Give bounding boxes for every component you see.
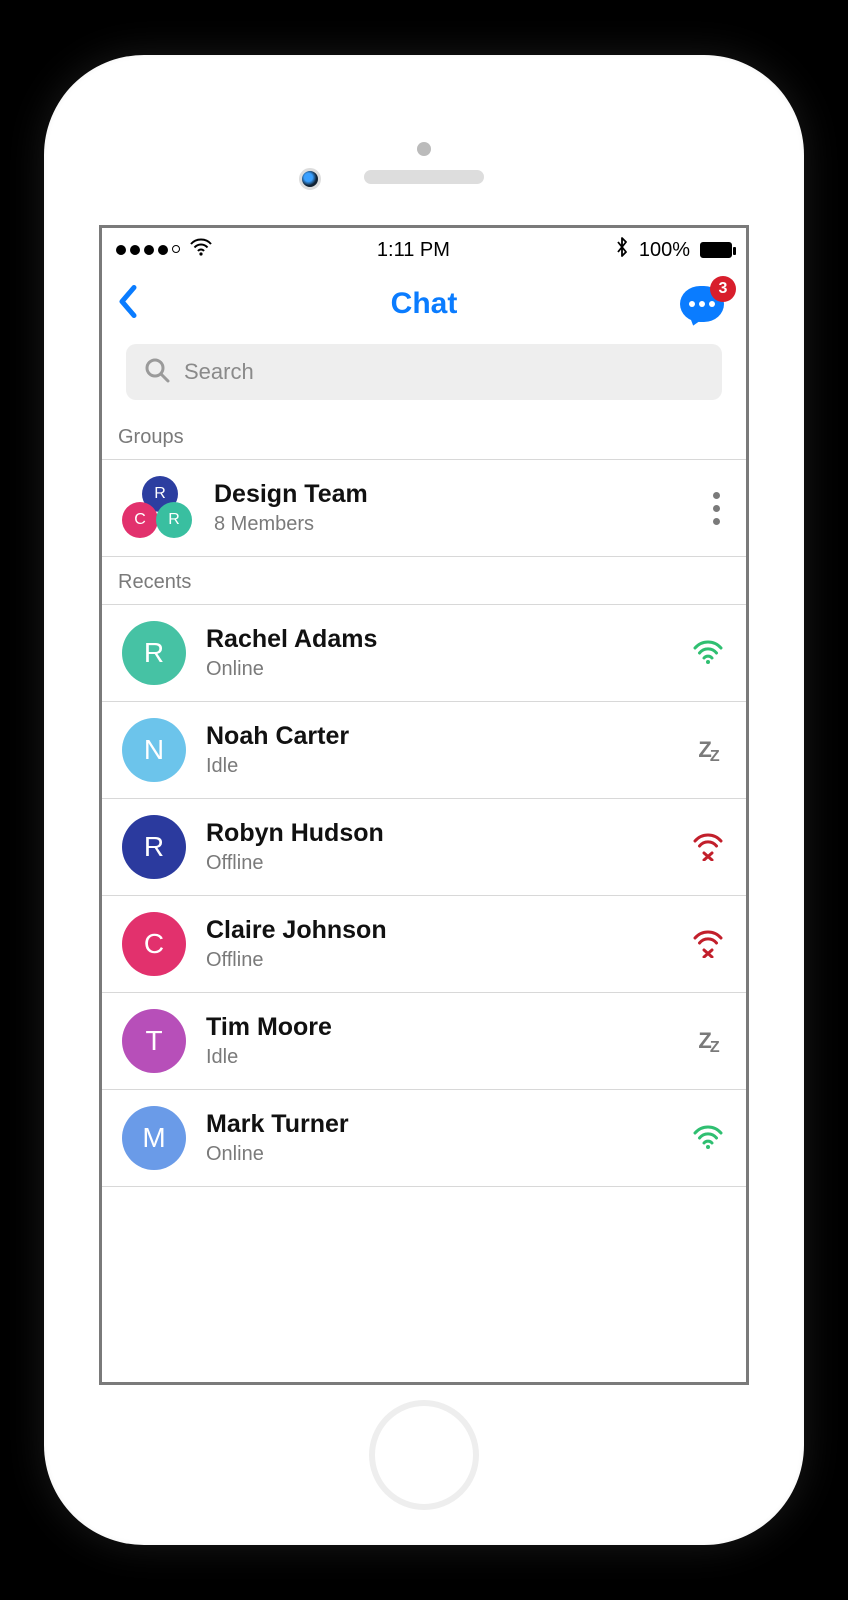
front-camera [299, 168, 321, 190]
section-header-recents: Recents [102, 557, 746, 605]
contact-name: Tim Moore [206, 1013, 670, 1042]
group-mini-avatar: R [156, 502, 192, 538]
wifi-online-icon [690, 640, 726, 666]
avatar: N [122, 718, 186, 782]
contact-status: Idle [206, 755, 670, 778]
back-button[interactable] [116, 284, 140, 325]
group-member-count: 8 Members [214, 513, 693, 536]
avatar: R [122, 621, 186, 685]
notification-badge: 3 [710, 276, 736, 302]
page-title: Chat [391, 287, 458, 321]
contact-row[interactable]: M Mark Turner Online [102, 1090, 746, 1187]
status-bar: 1:11 PM 100% [102, 228, 746, 272]
more-options-button[interactable] [713, 492, 726, 525]
wifi-icon [190, 238, 212, 262]
contact-row[interactable]: R Robyn Hudson Offline [102, 799, 746, 896]
status-time: 1:11 PM [377, 239, 450, 262]
contact-status: Offline [206, 949, 670, 972]
bluetooth-icon [615, 236, 629, 264]
contact-status: Online [206, 658, 670, 681]
messages-button[interactable]: 3 [680, 286, 724, 322]
contact-row[interactable]: C Claire Johnson Offline [102, 896, 746, 993]
section-header-groups: Groups [102, 412, 746, 460]
contact-status: Idle [206, 1046, 670, 1069]
contact-name: Robyn Hudson [206, 819, 670, 848]
contact-name: Noah Carter [206, 722, 670, 751]
idle-icon: ZZ [690, 737, 726, 763]
avatar: C [122, 912, 186, 976]
earpiece-speaker [364, 170, 484, 184]
contact-name: Rachel Adams [206, 625, 670, 654]
phone-frame: 1:11 PM 100% Chat 3 [44, 55, 804, 1545]
contact-status: Offline [206, 852, 670, 875]
wifi-offline-icon [690, 833, 726, 861]
avatar: T [122, 1009, 186, 1073]
nav-header: Chat 3 [102, 272, 746, 336]
signal-strength-icon [116, 245, 180, 255]
top-sensor [417, 142, 431, 156]
search-icon [144, 357, 170, 388]
battery-icon [700, 242, 732, 258]
wifi-offline-icon [690, 930, 726, 958]
home-button[interactable] [369, 1400, 479, 1510]
wifi-online-icon [690, 1125, 726, 1151]
contact-status: Online [206, 1143, 670, 1166]
contact-name: Mark Turner [206, 1110, 670, 1139]
group-name: Design Team [214, 480, 693, 509]
contact-row[interactable]: N Noah Carter Idle ZZ [102, 702, 746, 799]
group-row[interactable]: RCR Design Team 8 Members [102, 460, 746, 557]
idle-icon: ZZ [690, 1028, 726, 1054]
avatar: M [122, 1106, 186, 1170]
battery-percent: 100% [639, 239, 690, 262]
contact-row[interactable]: R Rachel Adams Online [102, 605, 746, 702]
group-mini-avatar: C [122, 502, 158, 538]
avatar: R [122, 815, 186, 879]
search-input[interactable]: Search [126, 344, 722, 400]
group-avatar-cluster: RCR [122, 476, 194, 540]
screen: 1:11 PM 100% Chat 3 [99, 225, 749, 1385]
search-placeholder: Search [184, 359, 254, 385]
contact-row[interactable]: T Tim Moore Idle ZZ [102, 993, 746, 1090]
contact-name: Claire Johnson [206, 916, 670, 945]
